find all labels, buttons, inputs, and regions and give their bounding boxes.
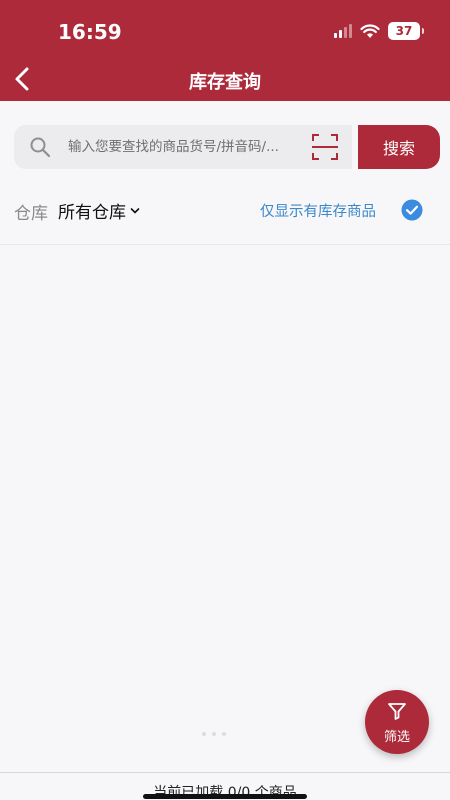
scan-icon[interactable] bbox=[310, 132, 340, 162]
cellular-signal-icon bbox=[334, 24, 352, 38]
magnifier-icon bbox=[30, 137, 51, 158]
stock-only-label[interactable]: 仅显示有库存商品 bbox=[260, 200, 376, 221]
search-button[interactable]: 搜索 bbox=[358, 125, 440, 169]
divider bbox=[0, 244, 450, 245]
filter-button-label: 筛选 bbox=[383, 730, 410, 745]
chevron-down-icon bbox=[130, 207, 140, 214]
page-indicator bbox=[202, 732, 226, 736]
page-title: 库存查询 bbox=[189, 72, 261, 93]
battery-indicator: 37 bbox=[388, 22, 424, 40]
app-header: 16:59 37 库存查询 bbox=[0, 0, 450, 101]
filter-button[interactable]: 筛选 bbox=[365, 690, 429, 754]
status-time: 16:59 bbox=[58, 20, 122, 44]
footer-divider bbox=[0, 772, 450, 773]
warehouse-value: 所有仓库 bbox=[58, 203, 126, 223]
search-input[interactable] bbox=[68, 133, 308, 161]
wifi-icon bbox=[360, 23, 380, 38]
checkmark-circle-icon[interactable] bbox=[401, 199, 423, 221]
warehouse-dropdown[interactable]: 所有仓库 bbox=[58, 198, 140, 223]
warehouse-label: 仓库 bbox=[14, 204, 48, 224]
search-box bbox=[14, 125, 352, 169]
funnel-icon bbox=[388, 703, 406, 720]
home-indicator bbox=[143, 794, 307, 799]
inventory-query-screen: 16:59 37 库存查询 输入您要查找的商品货号/拼音码/... 搜索 仓库 … bbox=[0, 0, 450, 800]
status-indicators: 37 bbox=[334, 22, 424, 40]
